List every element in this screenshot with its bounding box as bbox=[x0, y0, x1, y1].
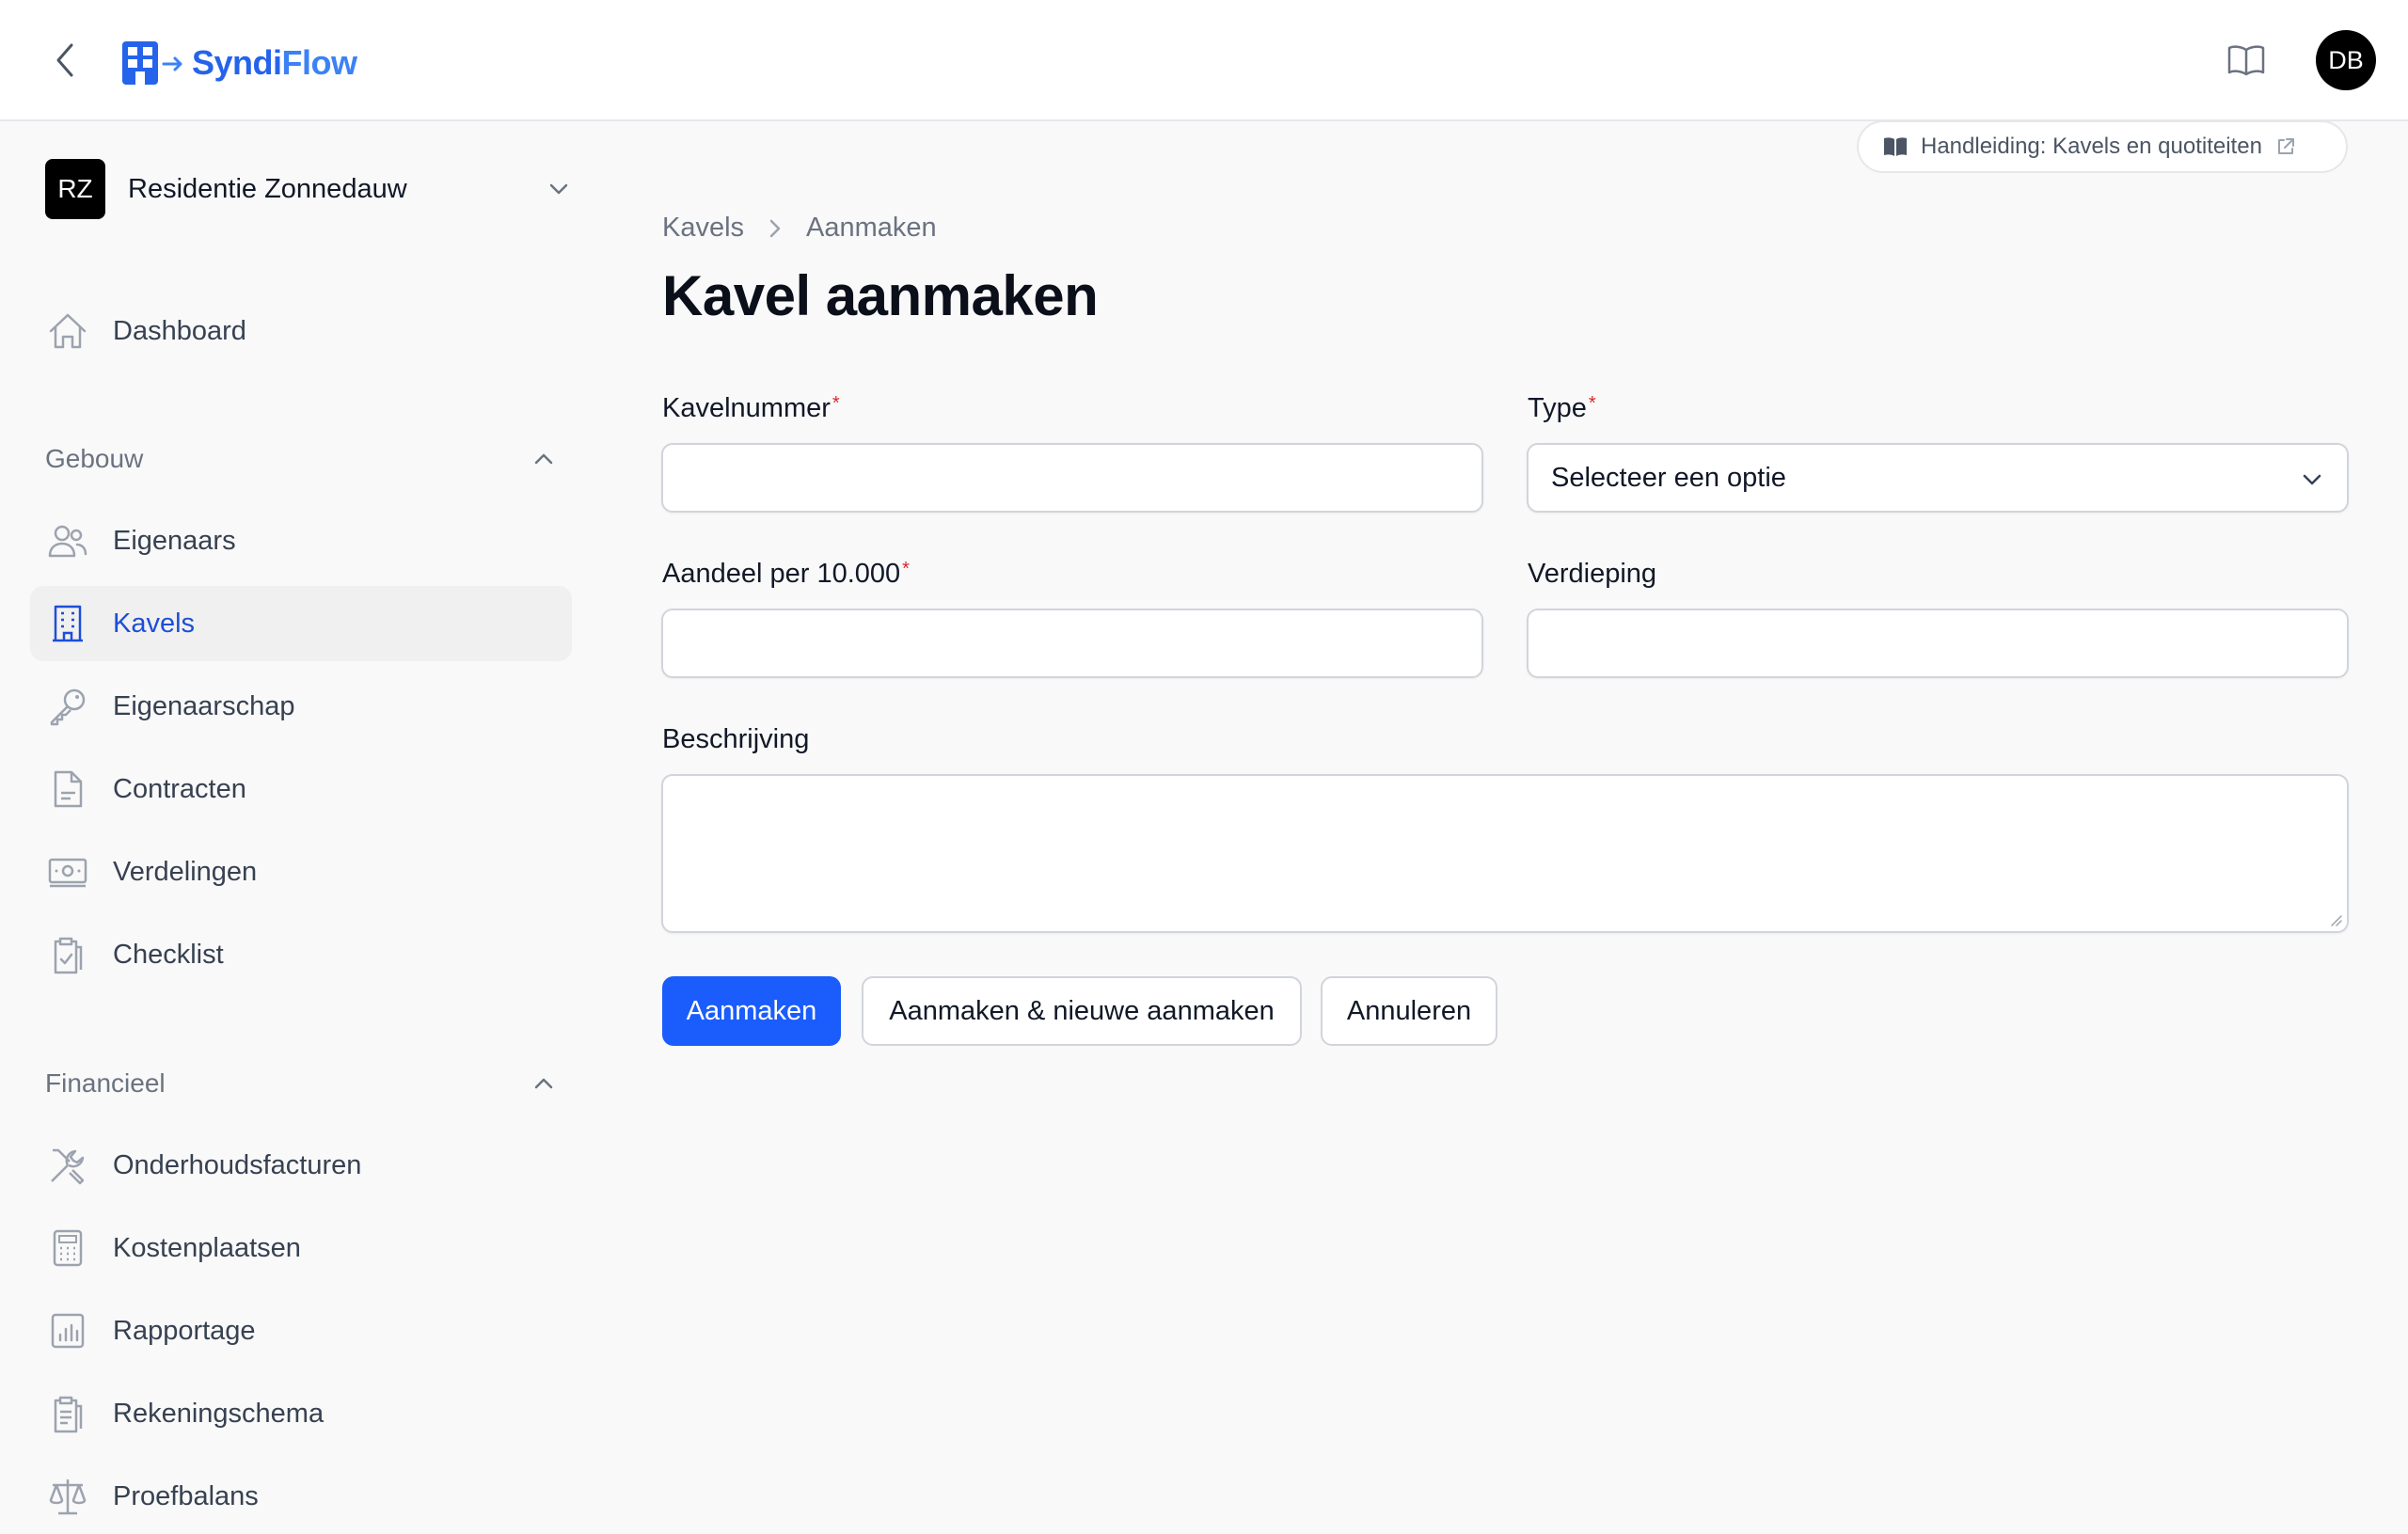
wrench-screwdriver-icon bbox=[51, 1148, 85, 1185]
book-open-icon bbox=[2227, 45, 2265, 76]
required-mark: * bbox=[902, 559, 910, 579]
verdieping-label: Verdieping bbox=[1528, 559, 1657, 589]
kavelnummer-label: Kavelnummer * bbox=[662, 393, 840, 423]
clipboard-check-icon bbox=[54, 937, 83, 974]
user-avatar[interactable]: DB bbox=[2316, 30, 2376, 90]
book-icon bbox=[1884, 137, 1907, 156]
sidebar-item-onderhoudsfacturen[interactable]: Onderhoudsfacturen bbox=[30, 1128, 572, 1203]
sidebar-item-contracten[interactable]: Contracten bbox=[30, 751, 572, 827]
documentation-button[interactable] bbox=[2226, 41, 2267, 79]
sidebar-group-financieel[interactable]: Financieel bbox=[45, 1065, 557, 1102]
kavelnummer-input[interactable] bbox=[661, 443, 1483, 513]
manual-link-button[interactable]: Handleiding: Kavels en quotiteiten bbox=[1857, 120, 2348, 173]
beschrijving-textarea[interactable] bbox=[661, 774, 2349, 933]
sidebar-item-verdelingen[interactable]: Verdelingen bbox=[30, 834, 572, 909]
calculator-icon bbox=[53, 1229, 83, 1267]
chart-bar-icon bbox=[51, 1313, 85, 1349]
chevron-down-icon bbox=[2303, 474, 2321, 485]
breadcrumb-current: Aanmaken bbox=[806, 213, 937, 243]
create-button[interactable]: Aanmaken bbox=[662, 976, 841, 1046]
app-logo[interactable]: SyndiFlow bbox=[122, 41, 357, 85]
building-icon bbox=[53, 605, 83, 642]
tenant-name: Residentie Zonnedauw bbox=[128, 173, 407, 204]
sidebar-group-gebouw[interactable]: Gebouw bbox=[45, 440, 557, 478]
sidebar-item-eigenaarschap[interactable]: Eigenaarschap bbox=[30, 669, 572, 744]
aandeel-input[interactable] bbox=[661, 609, 1483, 678]
resize-handle-icon[interactable] bbox=[2328, 912, 2343, 927]
home-icon bbox=[49, 313, 87, 349]
users-icon bbox=[48, 525, 87, 558]
scale-icon bbox=[49, 1479, 87, 1515]
sidebar-item-eigenaars[interactable]: Eigenaars bbox=[30, 503, 572, 578]
chevron-up-icon bbox=[534, 453, 553, 465]
back-button[interactable] bbox=[49, 41, 83, 79]
required-mark: * bbox=[1588, 393, 1596, 414]
chevron-right-icon bbox=[769, 219, 781, 237]
beschrijving-label: Beschrijving bbox=[662, 724, 810, 754]
external-link-icon bbox=[2277, 138, 2294, 154]
type-label: Type * bbox=[1528, 393, 1596, 423]
breadcrumb: Kavels Aanmaken bbox=[662, 213, 937, 244]
sidebar-item-kavels[interactable]: Kavels bbox=[30, 586, 572, 661]
create-another-button[interactable]: Aanmaken & nieuwe aanmaken bbox=[862, 976, 1302, 1046]
manual-link-label: Handleiding: Kavels en quotiteiten bbox=[1921, 134, 2262, 159]
type-select-value: Selecteer een optie bbox=[1551, 462, 1786, 493]
sidebar-item-checklist[interactable]: Checklist bbox=[30, 917, 572, 992]
clipboard-list-icon bbox=[54, 1396, 83, 1433]
tenant-switcher[interactable]: RZ Residentie Zonnedauw bbox=[45, 159, 572, 219]
banknote-icon bbox=[48, 858, 87, 888]
aandeel-label: Aandeel per 10.000 * bbox=[662, 559, 910, 589]
chevron-down-icon bbox=[549, 183, 568, 195]
top-bar: SyndiFlow DB bbox=[0, 0, 2408, 121]
breadcrumb-parent[interactable]: Kavels bbox=[662, 213, 744, 244]
sidebar: RZ Residentie Zonnedauw Dashboard Gebouw… bbox=[0, 123, 602, 1515]
logo-building-icon bbox=[122, 41, 182, 85]
page-title: Kavel aanmaken bbox=[662, 264, 1099, 327]
sidebar-item-rekeningschema[interactable]: Rekeningschema bbox=[30, 1376, 572, 1451]
required-mark: * bbox=[832, 393, 840, 414]
key-icon bbox=[50, 688, 86, 726]
sidebar-item-kostenplaatsen[interactable]: Kostenplaatsen bbox=[30, 1210, 572, 1286]
sidebar-item-dashboard[interactable]: Dashboard bbox=[30, 293, 572, 369]
sidebar-item-rapportage[interactable]: Rapportage bbox=[30, 1293, 572, 1368]
cancel-button[interactable]: Annuleren bbox=[1321, 976, 1497, 1046]
verdieping-input[interactable] bbox=[1527, 609, 2349, 678]
document-icon bbox=[54, 770, 83, 808]
type-select[interactable]: Selecteer een optie bbox=[1527, 443, 2349, 513]
app-name: SyndiFlow bbox=[192, 43, 357, 82]
sidebar-item-proefbalans[interactable]: Proefbalans bbox=[30, 1459, 572, 1534]
tenant-badge: RZ bbox=[45, 159, 105, 219]
chevron-left-icon bbox=[56, 43, 73, 77]
chevron-up-icon bbox=[534, 1078, 553, 1089]
